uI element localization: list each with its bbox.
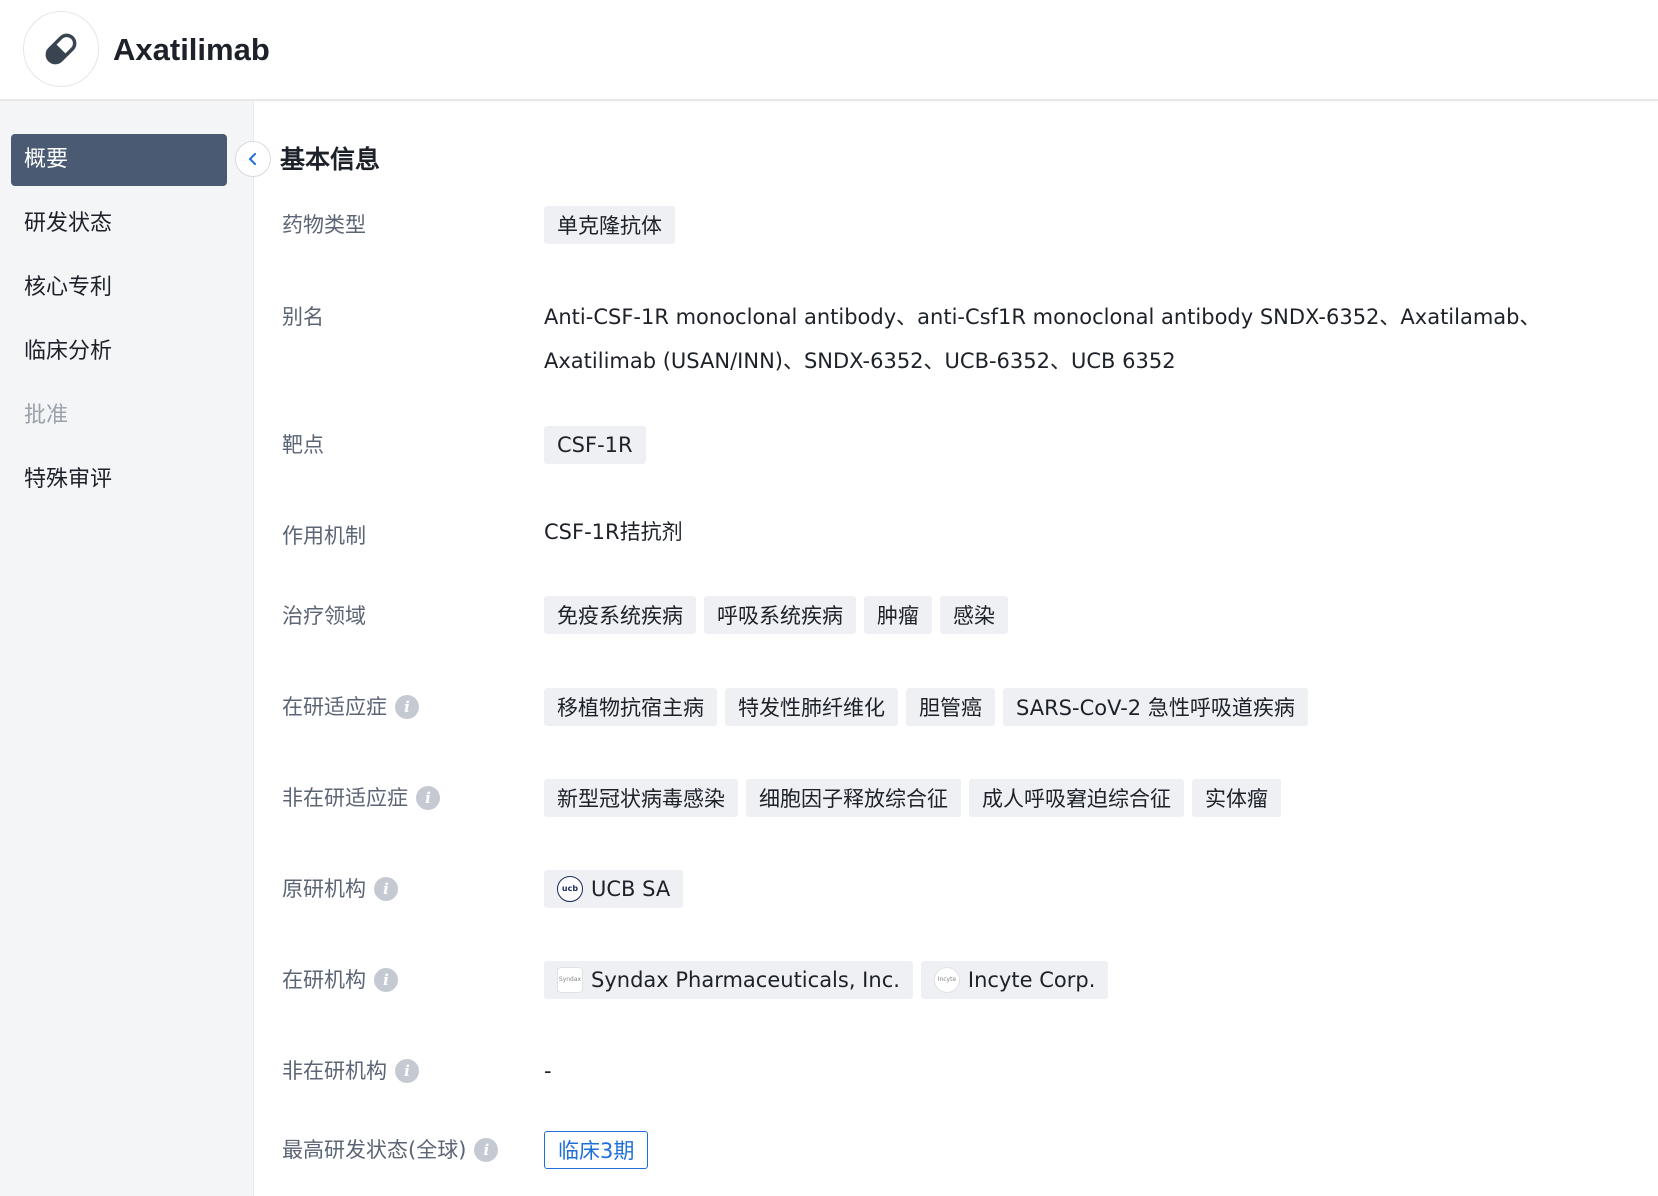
info-icon[interactable]: i [474,1138,499,1162]
field-label-originator: 原研机构 i [282,871,398,907]
field-label-mechanism: 作用机制 [282,518,366,554]
info-icon[interactable]: i [395,695,419,719]
label-text: 非在研适应症 [282,786,408,810]
field-label-target: 靶点 [282,427,324,463]
sidebar: 概要 研发状态 核心专利 临床分析 批准 特殊审评 [0,101,254,1196]
therapeutic-area-tags: 免疫系统疾病 呼吸系统疾病 肿瘤 感染 [544,596,1008,634]
org-tag-ucb[interactable]: ucb UCB SA [544,870,684,908]
tag[interactable]: 实体瘤 [1192,779,1281,817]
alias-line-2: Axatilimab (USAN/INN)、SNDX-6352、UCB-6352… [544,349,1176,373]
ucb-logo-icon: ucb [557,876,583,902]
drug-type-tags: 单克隆抗体 [544,206,675,244]
tag[interactable]: 胆管癌 [906,688,995,726]
label-text: 靶点 [282,433,324,457]
tag[interactable]: 细胞因子释放综合征 [746,779,961,817]
info-icon[interactable]: i [374,968,398,992]
tag[interactable]: 成人呼吸窘迫综合征 [969,779,1184,817]
sidebar-item-approval: 批准 [24,403,69,428]
pill-icon [45,33,77,65]
tag[interactable]: 肿瘤 [864,596,932,634]
tag[interactable]: SARS-CoV-2 急性呼吸道疾病 [1003,688,1308,726]
sidebar-item-clinical-analysis[interactable]: 临床分析 [11,326,227,378]
label-text: 药物类型 [282,213,366,237]
sidebar-item-core-patents[interactable]: 核心专利 [11,262,227,314]
tag[interactable]: 特发性肺纤维化 [725,688,898,726]
info-icon[interactable]: i [416,786,440,810]
incyte-logo-icon: Incyte [933,967,960,993]
originator-orgs: ucb UCB SA [544,870,684,908]
collapse-sidebar-button[interactable] [235,141,271,177]
alias-line-1: Anti-CSF-1R monoclonal antibody、anti-Csf… [544,305,1541,329]
tag[interactable]: 呼吸系统疾病 [704,596,856,634]
phase-badge[interactable]: 临床3期 [544,1131,649,1169]
tag[interactable]: 移植物抗宿主病 [544,688,717,726]
label-text: 别名 [282,305,324,329]
field-label-drug-type: 药物类型 [282,207,366,243]
page-header: Axatilimab [0,0,1658,101]
inactive-indication-tags: 新型冠状病毒感染 细胞因子释放综合征 成人呼吸窘迫综合征 实体瘤 [544,779,1281,817]
field-label-therapeutic-area: 治疗领域 [282,598,366,634]
label-text: 治疗领域 [282,604,366,628]
label-text: 原研机构 [282,877,366,901]
info-icon[interactable]: i [374,877,398,901]
alias-value: Anti-CSF-1R monoclonal antibody、anti-Csf… [544,295,1544,383]
sidebar-item-special-review[interactable]: 特殊审评 [11,454,227,506]
sidebar-item-overview[interactable]: 概要 [11,134,227,186]
syndax-logo-icon: Syndax [557,967,583,993]
page-title: Axatilimab [113,32,270,67]
label-text: 最高研发状态(全球) [282,1138,467,1162]
org-tag-syndax[interactable]: Syndax Syndax Pharmaceuticals, Inc. [544,961,913,999]
active-orgs: Syndax Syndax Pharmaceuticals, Inc. Incy… [544,961,1109,999]
sidebar-item-rd-status[interactable]: 研发状态 [11,198,227,250]
field-label-active-orgs: 在研机构 i [282,962,398,998]
field-label-inactive-orgs: 非在研机构 i [282,1053,419,1089]
inactive-orgs-value: - [544,1059,552,1083]
tag[interactable]: 新型冠状病毒感染 [544,779,738,817]
field-label-active-indications: 在研适应症 i [282,689,419,725]
org-tag-incyte[interactable]: Incyte Incyte Corp. [920,961,1109,999]
label-text: 作用机制 [282,524,366,548]
field-label-inactive-indications: 非在研适应症 i [282,780,440,816]
field-label-alias: 别名 [282,299,324,335]
section-title: 基本信息 [280,145,381,174]
info-icon[interactable]: i [395,1059,419,1083]
label-text: 非在研机构 [282,1059,387,1083]
tag[interactable]: 感染 [940,596,1008,634]
highest-phase-value: 临床3期 [544,1131,649,1169]
drug-logo [23,11,99,87]
chevron-left-icon [249,153,256,165]
label-text: 在研适应症 [282,695,387,719]
tag[interactable]: 单克隆抗体 [544,206,675,244]
tag[interactable]: 免疫系统疾病 [544,596,696,634]
field-label-highest-phase: 最高研发状态(全球) i [282,1132,499,1168]
label-text: 在研机构 [282,968,366,992]
mechanism-value: CSF-1R拮抗剂 [544,520,683,544]
target-tags: CSF-1R [544,426,646,464]
active-indication-tags: 移植物抗宿主病 特发性肺纤维化 胆管癌 SARS-CoV-2 急性呼吸道疾病 [544,688,1308,726]
tag-csf1r[interactable]: CSF-1R [544,426,646,464]
